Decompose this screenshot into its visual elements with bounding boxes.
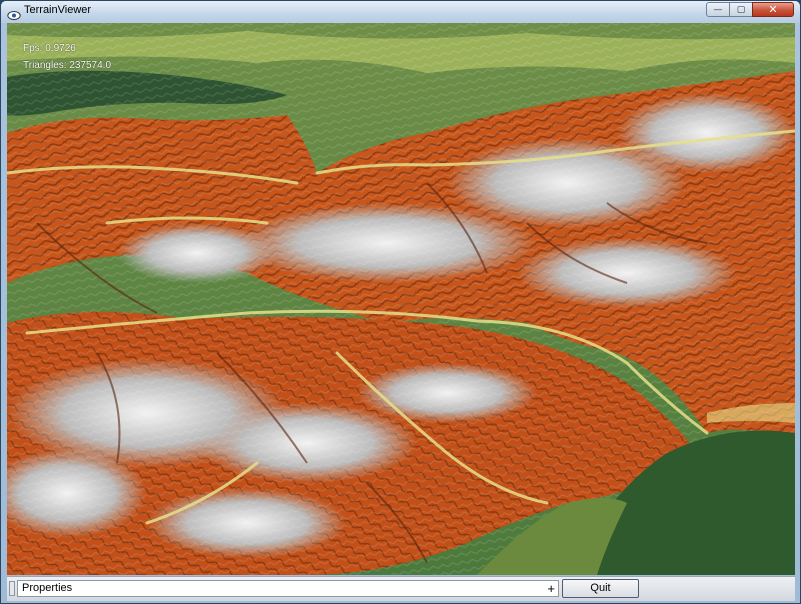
expand-plus-icon[interactable]: + xyxy=(547,581,555,596)
app-window: TerrainViewer — ▢ ✕ Fps: 0.9726 Triangle… xyxy=(0,0,801,604)
panel-grip-handle[interactable] xyxy=(9,581,15,596)
fps-readout: Fps: 0.9726 xyxy=(23,43,76,54)
close-icon: ✕ xyxy=(768,3,778,16)
title-bar[interactable]: TerrainViewer — ▢ ✕ xyxy=(1,1,800,23)
close-button[interactable]: ✕ xyxy=(752,2,794,17)
maximize-icon: ▢ xyxy=(736,4,746,15)
minimize-icon: — xyxy=(713,4,723,15)
bottom-toolbar: Properties + Quit xyxy=(7,576,795,601)
window-controls: — ▢ ✕ xyxy=(706,2,794,18)
triangle-count-readout: Triangles: 237574.0 xyxy=(23,60,112,71)
maximize-button[interactable]: ▢ xyxy=(729,2,753,17)
properties-label: Properties xyxy=(22,582,73,594)
minimize-button[interactable]: — xyxy=(706,2,730,17)
quit-button[interactable]: Quit xyxy=(562,579,639,598)
app-eye-icon xyxy=(7,6,21,20)
terrain-viewport[interactable]: Fps: 0.9726 Triangles: 237574.0 xyxy=(7,23,795,575)
terrain-render xyxy=(7,23,795,575)
window-title: TerrainViewer xyxy=(24,4,92,16)
properties-panel-toggle[interactable]: Properties + xyxy=(17,580,559,597)
